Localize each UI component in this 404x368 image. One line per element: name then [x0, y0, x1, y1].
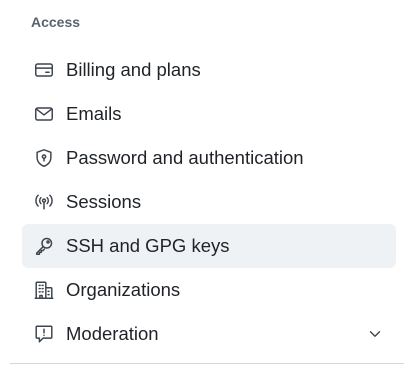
nav-item-moderation[interactable]: Moderation [22, 312, 396, 356]
report-icon [32, 322, 56, 346]
section-heading-access: Access [31, 14, 81, 30]
nav-item-label: Password and authentication [66, 147, 304, 168]
nav-item-label: Moderation [66, 323, 159, 344]
nav-item-billing-and-plans[interactable]: Billing and plans [22, 48, 396, 92]
credit-card-icon [32, 58, 56, 82]
mail-icon [32, 102, 56, 126]
nav-item-password-and-authentication[interactable]: Password and authentication [22, 136, 396, 180]
nav-item-label: Emails [66, 103, 122, 124]
broadcast-icon [32, 190, 56, 214]
settings-nav-list: Billing and plans Emails Password and au… [22, 48, 396, 356]
nav-item-emails[interactable]: Emails [22, 92, 396, 136]
section-divider [10, 363, 404, 364]
chevron-down-icon[interactable] [366, 325, 384, 343]
nav-item-ssh-and-gpg-keys[interactable]: SSH and GPG keys [22, 224, 396, 268]
organization-icon [32, 278, 56, 302]
shield-lock-icon [32, 146, 56, 170]
key-icon [32, 234, 56, 258]
nav-item-label: SSH and GPG keys [66, 235, 230, 256]
nav-item-label: Sessions [66, 191, 142, 212]
nav-item-label: Organizations [66, 279, 181, 300]
nav-item-label: Billing and plans [66, 59, 201, 80]
nav-item-sessions[interactable]: Sessions [22, 180, 396, 224]
nav-item-organizations[interactable]: Organizations [22, 268, 396, 312]
